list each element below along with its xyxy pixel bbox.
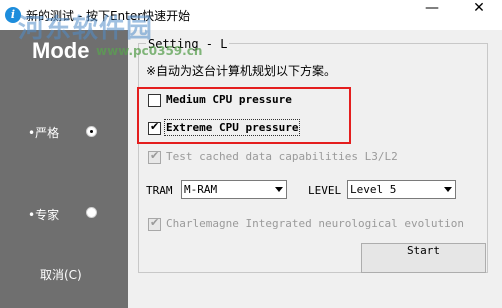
test-cache-checkbox: ✔ [148, 149, 161, 164]
start-button[interactable]: Start [361, 243, 486, 273]
level-select-value: Level 5 [350, 183, 397, 196]
charlemagne-checkbox: ✔ [148, 216, 161, 231]
dropdown-arrow-icon [275, 187, 283, 192]
mode-strict-label: •严格 [28, 126, 60, 140]
extreme-cpu-checkbox[interactable]: ✔ [148, 120, 161, 135]
mode-expert-label: •专家 [28, 208, 60, 222]
mode-strict-radio[interactable] [86, 126, 97, 137]
watermark-url: www.pc0359.cn [96, 44, 203, 58]
auto-plan-hint: ※自动为这台计算机规划以下方案。 [146, 64, 337, 78]
medium-cpu-checkbox[interactable] [148, 94, 161, 107]
check-icon: ✔ [150, 216, 160, 229]
close-button[interactable]: ✕ [456, 0, 502, 30]
tram-select[interactable]: M-RAM [181, 180, 287, 199]
medium-cpu-label[interactable]: Medium CPU pressure [166, 93, 292, 106]
tram-select-value: M-RAM [184, 183, 218, 196]
level-label: LEVEL [308, 184, 342, 197]
check-icon: ✔ [150, 120, 160, 133]
check-icon: ✔ [150, 149, 160, 162]
charlemagne-label: Charlemagne Integrated neurological evol… [166, 217, 465, 230]
level-select[interactable]: Level 5 [347, 180, 456, 199]
settings-panel: Setting - L ※自动为这台计算机规划以下方案。 Medium CPU … [128, 30, 502, 308]
cancel-button[interactable]: 取消(C) [40, 266, 82, 283]
minimize-button[interactable]: — [409, 0, 455, 30]
tram-label: TRAM [146, 184, 173, 197]
mode-expert-radio[interactable] [86, 207, 97, 218]
watermark-logo: 河东软件园 [18, 14, 154, 44]
extreme-cpu-label[interactable]: Extreme CPU pressure [163, 119, 301, 136]
dropdown-arrow-icon [444, 187, 452, 192]
mode-sidebar: Mode •严格 •专家 取消(C) [0, 30, 128, 308]
test-cache-label: Test cached data capabilities L3/L2 [166, 150, 398, 163]
